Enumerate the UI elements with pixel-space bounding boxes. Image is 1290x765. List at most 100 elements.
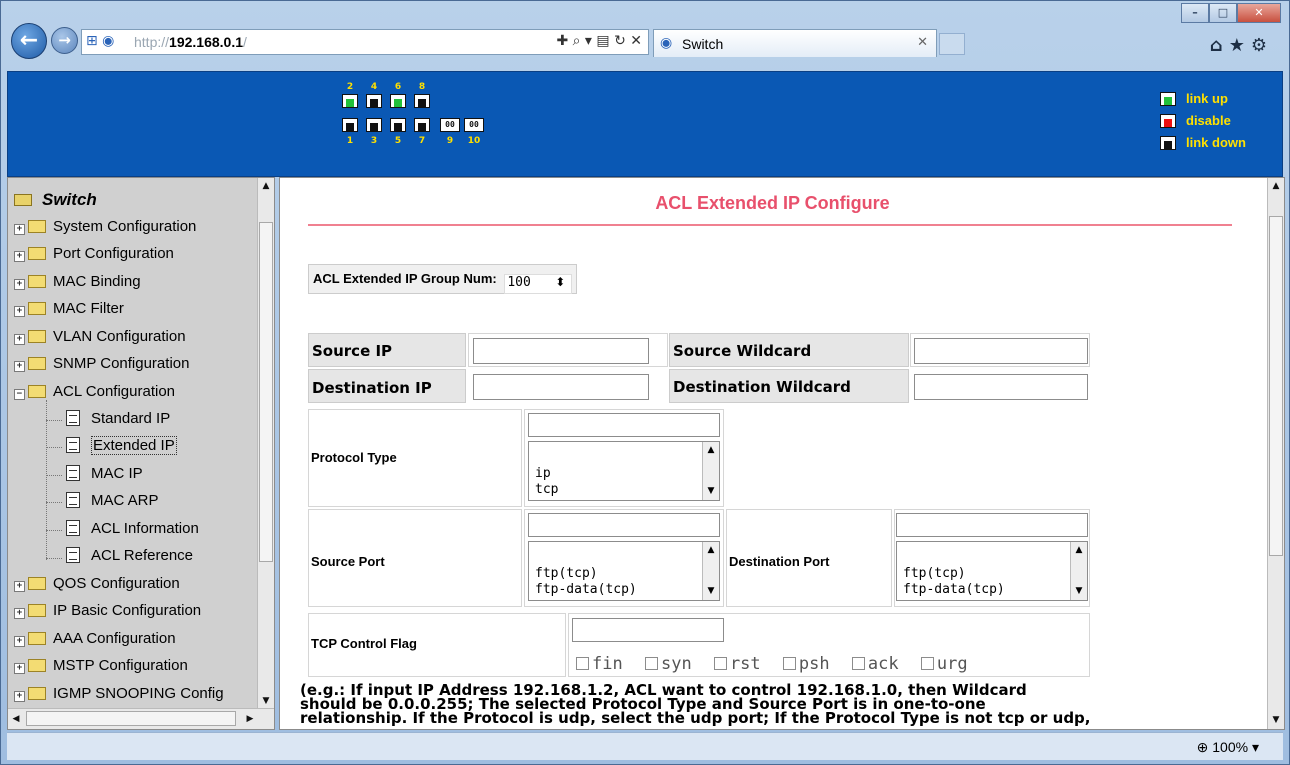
tree-item-snmp-configuration[interactable]: + SNMP Configuration	[14, 355, 189, 379]
flag-syn[interactable]: syn	[644, 654, 692, 674]
expand-plus-icon[interactable]: +	[14, 251, 25, 262]
scroll-left-arrow-icon[interactable]: ◀	[8, 711, 24, 728]
tree-item-mac-filter[interactable]: + MAC Filter	[14, 300, 124, 324]
tree-item-acl-configuration[interactable]: − ACL Configuration	[14, 383, 175, 407]
expand-plus-icon[interactable]: +	[14, 361, 25, 372]
tree-leaf-standard-ip[interactable]: Standard IP	[66, 410, 170, 434]
protocol-type-list[interactable]: ip tcp ▲ ▼	[528, 441, 720, 501]
checkbox[interactable]	[782, 657, 796, 670]
port-option[interactable]: ftp(tcp)	[903, 566, 1005, 582]
group-num-stepper[interactable]: 100 ⬍	[504, 274, 573, 294]
port-6[interactable]	[390, 94, 406, 108]
port-2[interactable]	[342, 94, 358, 108]
protocol-type-input[interactable]	[528, 413, 720, 437]
expand-plus-icon[interactable]: +	[14, 306, 25, 317]
tree-item-system-configuration[interactable]: + System Configuration	[14, 218, 196, 242]
flag-urg[interactable]: urg	[920, 654, 968, 674]
protocol-option[interactable]: tcp	[535, 482, 558, 498]
expand-plus-icon[interactable]: +	[14, 608, 25, 619]
port-1[interactable]	[342, 118, 358, 132]
flag-psh[interactable]: psh	[782, 654, 830, 674]
sidebar-vertical-scrollbar[interactable]: ▲ ▼	[257, 178, 274, 710]
sfp-port-9[interactable]: 00	[440, 118, 460, 132]
address-bar[interactable]: ⊞ ◉ http://192.168.0.1/ ✚ ⌕ ▾ ▤ ↻ ✕	[81, 29, 649, 55]
destination-port-input[interactable]	[896, 513, 1088, 537]
tree-item-qos-configuration[interactable]: + QOS Configuration	[14, 575, 180, 599]
flag-rst[interactable]: rst	[713, 654, 761, 674]
source-ip-input[interactable]	[473, 338, 649, 364]
flag-ack[interactable]: ack	[851, 654, 899, 674]
scroll-right-arrow-icon[interactable]: ▶	[242, 711, 258, 728]
tree-item-igmp-snooping-config[interactable]: + IGMP SNOOPING Config	[14, 685, 224, 709]
browser-tab[interactable]: ◉ Switch ✕	[653, 29, 937, 57]
port-7[interactable]	[414, 118, 430, 132]
expand-plus-icon[interactable]: +	[14, 334, 25, 345]
tcp-control-flag-input[interactable]	[572, 618, 724, 642]
port-option[interactable]: ftp-data(tcp)	[535, 582, 637, 598]
source-port-input[interactable]	[528, 513, 720, 537]
scrollbar-thumb[interactable]	[259, 222, 273, 562]
spinner-arrows-icon[interactable]: ⬍	[555, 275, 565, 289]
tree-item-mstp-configuration[interactable]: + MSTP Configuration	[14, 657, 188, 681]
tree-item-ip-basic-configuration[interactable]: + IP Basic Configuration	[14, 602, 201, 626]
scrollbar-thumb[interactable]	[26, 711, 236, 726]
list-scrollbar[interactable]: ▲ ▼	[702, 542, 719, 600]
scroll-up-arrow-icon[interactable]: ▲	[703, 542, 719, 558]
address-tools-icons[interactable]: ✚ ⌕ ▾ ▤ ↻ ✕	[556, 33, 642, 49]
tab-close-icon[interactable]: ✕	[917, 35, 928, 50]
expand-plus-icon[interactable]: +	[14, 581, 25, 592]
zoom-control[interactable]: ⊕ 100% ▾	[1197, 739, 1259, 756]
destination-ip-input[interactable]	[473, 374, 649, 400]
expand-plus-icon[interactable]: +	[14, 636, 25, 647]
scroll-up-arrow-icon[interactable]: ▲	[258, 178, 274, 195]
checkbox[interactable]	[920, 657, 934, 670]
scroll-up-arrow-icon[interactable]: ▲	[703, 442, 719, 458]
tree-leaf-acl-reference[interactable]: ACL Reference	[66, 547, 193, 571]
port-3[interactable]	[366, 118, 382, 132]
expand-plus-icon[interactable]: +	[14, 279, 25, 290]
new-tab-button[interactable]	[939, 33, 965, 55]
sidebar-horizontal-scrollbar[interactable]: ◀ ▶	[8, 708, 274, 729]
scroll-down-arrow-icon[interactable]: ▼	[1268, 712, 1284, 729]
port-option[interactable]: ftp(tcp)	[535, 566, 637, 582]
tree-leaf-mac-arp[interactable]: MAC ARP	[66, 492, 159, 516]
tree-root[interactable]: Switch	[14, 190, 97, 210]
forward-button[interactable]: →	[51, 27, 78, 54]
tree-item-vlan-configuration[interactable]: + VLAN Configuration	[14, 328, 186, 352]
sfp-port-10[interactable]: 00	[464, 118, 484, 132]
scroll-down-arrow-icon[interactable]: ▼	[703, 583, 719, 599]
favorites-star-icon[interactable]: ★	[1229, 35, 1251, 56]
scroll-down-arrow-icon[interactable]: ▼	[1071, 583, 1087, 599]
content-vertical-scrollbar[interactable]: ▲ ▼	[1267, 178, 1284, 729]
home-icon[interactable]: ⌂	[1210, 35, 1229, 56]
scroll-up-arrow-icon[interactable]: ▲	[1268, 178, 1284, 195]
tree-leaf-extended-ip[interactable]: Extended IP	[66, 436, 177, 461]
tree-leaf-acl-information[interactable]: ACL Information	[66, 520, 199, 544]
checkbox[interactable]	[713, 657, 727, 670]
back-button[interactable]: ←	[11, 23, 47, 59]
destination-port-list[interactable]: ftp(tcp) ftp-data(tcp) ▲ ▼	[896, 541, 1088, 601]
scroll-up-arrow-icon[interactable]: ▲	[1071, 542, 1087, 558]
checkbox[interactable]	[851, 657, 865, 670]
port-4[interactable]	[366, 94, 382, 108]
list-scrollbar[interactable]: ▲ ▼	[1070, 542, 1087, 600]
checkbox[interactable]	[576, 657, 589, 670]
port-5[interactable]	[390, 118, 406, 132]
port-option[interactable]: ftp-data(tcp)	[903, 582, 1005, 598]
tree-item-aaa-configuration[interactable]: + AAA Configuration	[14, 630, 176, 654]
destination-wildcard-input[interactable]	[914, 374, 1088, 400]
tree-item-mac-binding[interactable]: + MAC Binding	[14, 273, 141, 297]
list-scrollbar[interactable]: ▲ ▼	[702, 442, 719, 500]
tree-item-port-configuration[interactable]: + Port Configuration	[14, 245, 174, 269]
source-port-list[interactable]: ftp(tcp) ftp-data(tcp) ▲ ▼	[528, 541, 720, 601]
source-wildcard-input[interactable]	[914, 338, 1088, 364]
scrollbar-thumb[interactable]	[1269, 216, 1283, 556]
flag-fin[interactable]: fin	[576, 654, 623, 674]
expand-plus-icon[interactable]: +	[14, 224, 25, 235]
checkbox[interactable]	[644, 657, 658, 670]
collapse-minus-icon[interactable]: −	[14, 389, 25, 400]
scroll-down-arrow-icon[interactable]: ▼	[703, 483, 719, 499]
expand-plus-icon[interactable]: +	[14, 663, 25, 674]
settings-gear-icon[interactable]: ⚙	[1251, 35, 1273, 56]
tree-leaf-mac-ip[interactable]: MAC IP	[66, 465, 143, 489]
